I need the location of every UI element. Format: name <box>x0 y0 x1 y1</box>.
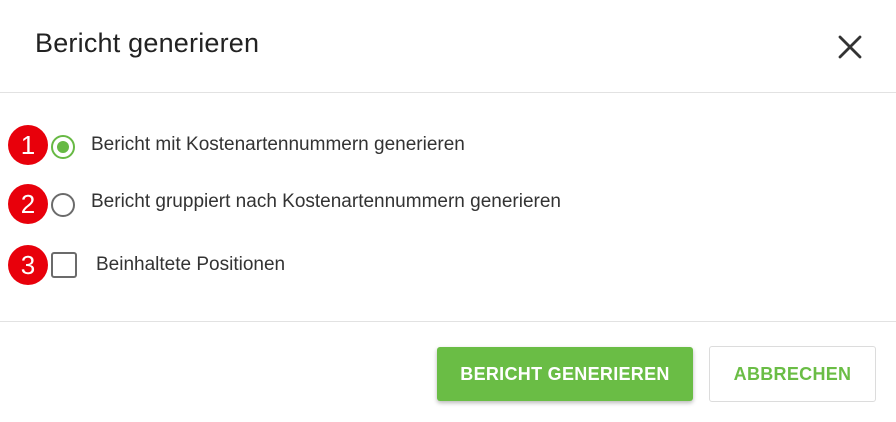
close-icon <box>838 35 862 59</box>
radio-with-cost-type-numbers[interactable] <box>51 135 75 159</box>
dialog-header: Bericht generieren <box>0 0 896 93</box>
dialog-footer: BERICHT GENERIEREN ABBRECHEN <box>0 323 896 422</box>
option-label-1: Bericht mit Kostenartennummern generiere… <box>91 134 465 155</box>
close-button[interactable] <box>830 27 870 67</box>
checkbox-included-positions[interactable] <box>51 252 77 278</box>
radio-grouped-by-cost-type-numbers[interactable] <box>51 193 75 217</box>
report-dialog: Bericht generieren 1 Bericht mit Kostena… <box>0 0 896 422</box>
step-badge-3: 3 <box>8 245 48 285</box>
option-label-2: Bericht gruppiert nach Kostenartennummer… <box>91 191 561 212</box>
generate-report-button[interactable]: BERICHT GENERIEREN <box>437 347 693 401</box>
step-badge-2: 2 <box>8 184 48 224</box>
dialog-body: 1 Bericht mit Kostenartennummern generie… <box>0 94 896 322</box>
option-label-3: Beinhaltete Positionen <box>96 254 286 275</box>
cancel-button[interactable]: ABBRECHEN <box>709 346 876 402</box>
step-badge-1: 1 <box>8 125 48 165</box>
dialog-title: Bericht generieren <box>35 28 260 58</box>
